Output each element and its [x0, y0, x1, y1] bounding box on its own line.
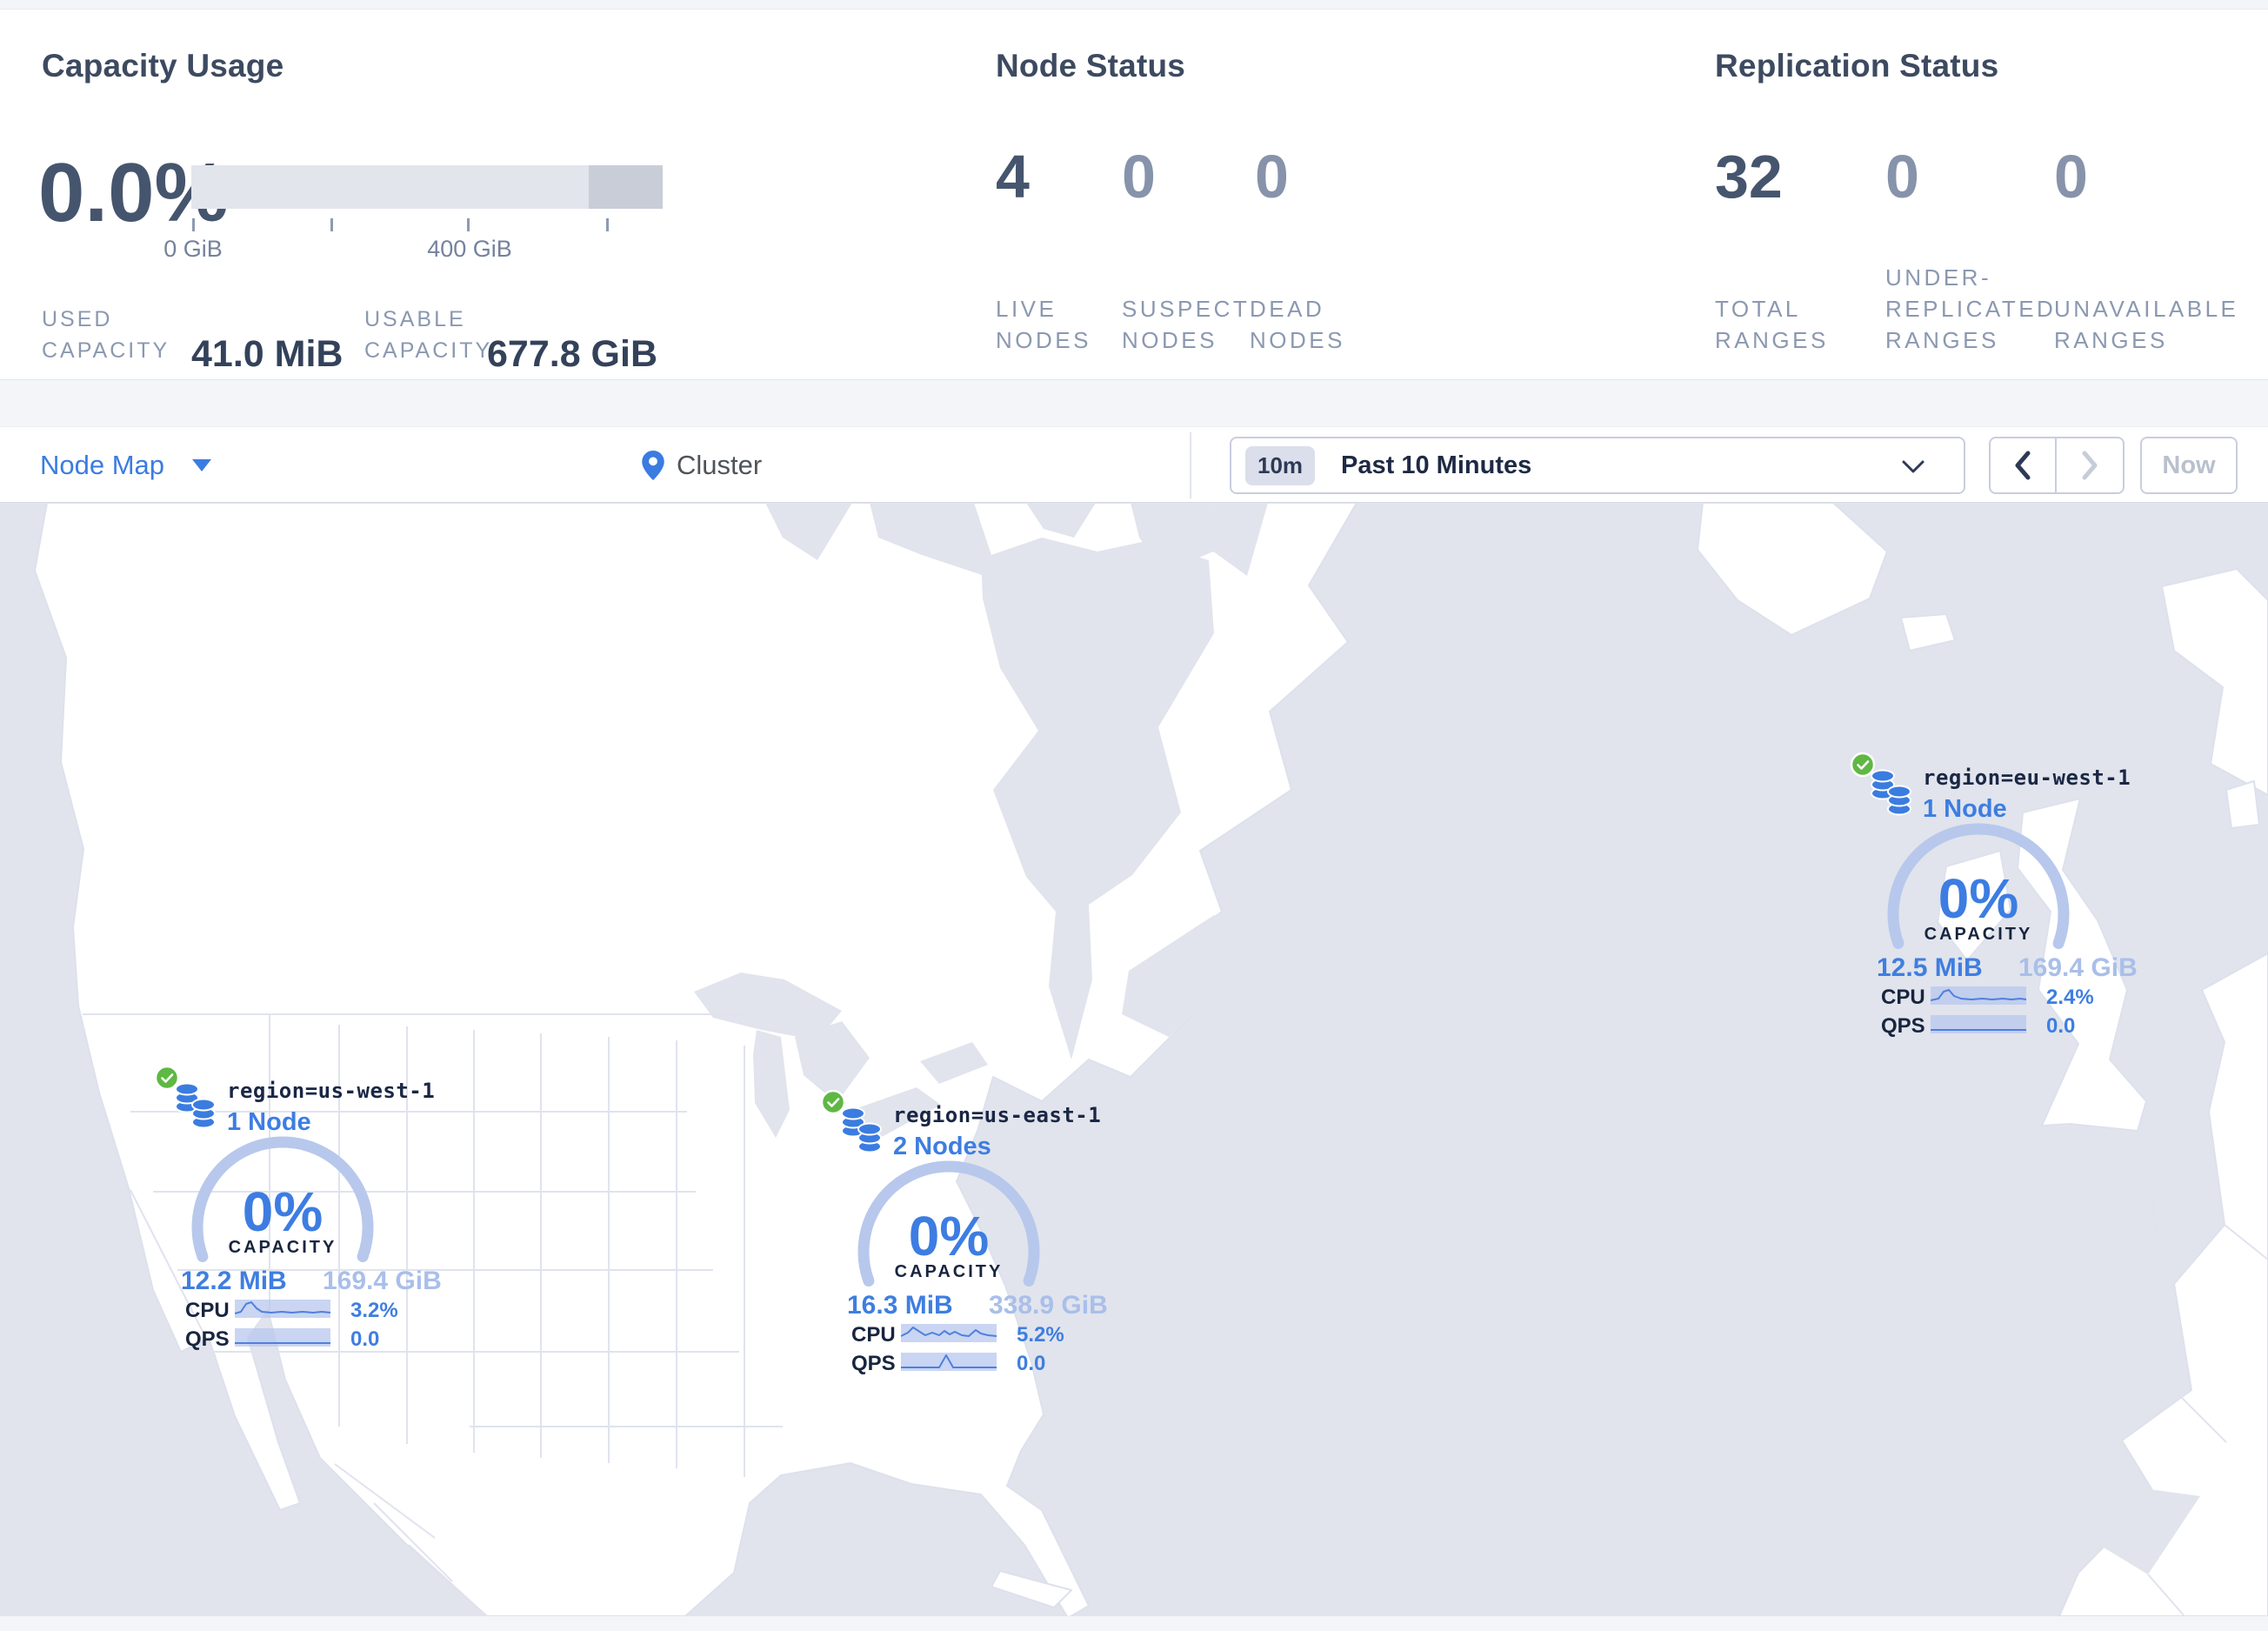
capacity-axis-label-0: 0 GiB [163, 236, 223, 262]
region-label: region=us-west-1 [227, 1079, 436, 1103]
cpu-label: CPU [851, 1323, 896, 1347]
capacity-usage-bar [191, 165, 663, 209]
now-button-label: Now [2162, 451, 2216, 479]
breadcrumb-label: Cluster [677, 450, 763, 480]
capacity-used-value: 12.5 MiB [1877, 953, 1983, 982]
node-count-label: 1 Node [227, 1108, 311, 1136]
qps-sparkline [901, 1353, 997, 1371]
cpu-label: CPU [185, 1299, 230, 1322]
time-range-label: Past 10 Minutes [1341, 451, 1532, 479]
map-node-eu-west-1[interactable]: region=eu-west-1 1 Node 0% CAPACITY 12.5… [1804, 736, 2152, 1049]
node-status-title: Node Status [996, 48, 1186, 84]
chevron-down-icon [192, 459, 212, 471]
capacity-caption: CAPACITY [228, 1238, 337, 1257]
time-step-forward-button[interactable] [2057, 438, 2123, 492]
qps-label: QPS [1881, 1014, 1925, 1038]
capacity-usable-value: 169.4 GiB [323, 1267, 442, 1295]
used-capacity-label: USED CAPACITY [42, 307, 170, 363]
cpu-sparkline [1931, 986, 2026, 1005]
cpu-value: 2.4% [2046, 986, 2094, 1009]
node-count-label: 1 Node [1923, 795, 2007, 823]
live-nodes-label: LIVE NODES [996, 296, 1091, 353]
time-step-back-button[interactable] [1991, 438, 2057, 492]
capacity-percent: 0% [908, 1205, 990, 1267]
capacity-axis-tick [192, 218, 195, 231]
live-nodes-count: 4 [996, 143, 1030, 211]
qps-sparkline [1931, 1015, 2026, 1033]
breadcrumb[interactable]: Cluster [642, 427, 762, 504]
cpu-value: 5.2% [1017, 1323, 1064, 1347]
map-node-us-east-1[interactable]: region=us-east-1 2 Nodes 0% CAPACITY 16.… [775, 1073, 1123, 1387]
unavailable-ranges-label: UNAVAILABLE RANGES [2054, 296, 2239, 353]
node-map[interactable]: region=us-west-1 1 Node 0% CAPACITY 12.2… [0, 503, 2268, 1616]
cpu-sparkline [235, 1300, 330, 1318]
map-pin-icon [642, 451, 664, 480]
chevron-left-icon [2015, 451, 2031, 480]
cpu-label: CPU [1881, 986, 1925, 1009]
qps-value: 0.0 [1017, 1352, 1046, 1375]
suspect-nodes-count: 0 [1122, 143, 1156, 211]
cluster-summary-panel: Capacity Usage document.currentScript.pr… [0, 9, 2268, 380]
database-stack-icon [1871, 769, 1911, 816]
qps-value: 0.0 [350, 1327, 380, 1351]
qps-value: 0.0 [2046, 1014, 2076, 1038]
node-count-label: 2 Nodes [893, 1133, 991, 1160]
capacity-reserved-segment [589, 165, 663, 209]
used-capacity-value: 41.0 MiB [191, 333, 344, 375]
dead-nodes-label: DEAD NODES [1250, 296, 1345, 353]
toolbar-divider [1190, 432, 1191, 498]
capacity-caption: CAPACITY [1924, 925, 2033, 944]
capacity-percent: 0% [242, 1180, 324, 1243]
capacity-usable-value: 169.4 GiB [2018, 953, 2138, 982]
capacity-usable-value: 338.9 GiB [989, 1291, 1108, 1320]
total-ranges-label: TOTAL RANGES [1715, 296, 1829, 353]
time-range-dropdown[interactable]: 10m Past 10 Minutes [1230, 437, 1965, 494]
cpu-value: 3.2% [350, 1299, 398, 1322]
cpu-sparkline [901, 1324, 997, 1342]
under-replicated-ranges-label: UNDER- REPLICATED RANGES [1885, 264, 2057, 353]
dead-nodes-count: 0 [1255, 143, 1289, 211]
under-replicated-count: 0 [1885, 143, 1919, 211]
usable-capacity-label: USABLE CAPACITY [364, 307, 493, 363]
time-step-buttons [1989, 437, 2125, 494]
region-label: region=eu-west-1 [1923, 765, 2131, 790]
database-stack-icon [175, 1082, 216, 1129]
qps-label: QPS [185, 1327, 230, 1351]
database-stack-icon [841, 1106, 882, 1153]
usable-capacity-value: 677.8 GiB [487, 333, 657, 375]
view-selector-label: Node Map [40, 450, 165, 480]
unavailable-ranges-count: 0 [2054, 143, 2088, 211]
view-selector-dropdown[interactable]: Node Map [40, 427, 212, 504]
time-range-badge: 10m [1245, 445, 1316, 485]
region-label: region=us-east-1 [893, 1103, 1102, 1127]
capacity-used-value: 16.3 MiB [847, 1291, 953, 1320]
capacity-used-value: 12.2 MiB [181, 1267, 287, 1295]
replication-status-title: Replication Status [1715, 48, 1999, 84]
qps-label: QPS [851, 1352, 896, 1375]
map-toolbar: Node Map Cluster 10m Past 10 Minutes Now [0, 426, 2268, 503]
capacity-axis-tick [467, 218, 470, 231]
capacity-axis-label-400: 400 GiB [427, 236, 512, 262]
suspect-nodes-label: SUSPECT NODES [1122, 296, 1251, 353]
total-ranges-count: 32 [1715, 143, 1783, 211]
map-node-us-west-1[interactable]: region=us-west-1 1 Node 0% CAPACITY 12.2… [109, 1049, 457, 1362]
chevron-down-icon [1902, 460, 1924, 473]
capacity-caption: CAPACITY [894, 1262, 1004, 1281]
chevron-right-icon [2082, 451, 2098, 480]
capacity-percent: 0% [1938, 867, 2019, 930]
now-button[interactable]: Now [2140, 437, 2238, 494]
capacity-axis-tick [330, 218, 333, 231]
capacity-axis-tick [606, 218, 609, 231]
qps-sparkline [235, 1328, 330, 1347]
capacity-usage-title: Capacity Usage [42, 48, 284, 84]
